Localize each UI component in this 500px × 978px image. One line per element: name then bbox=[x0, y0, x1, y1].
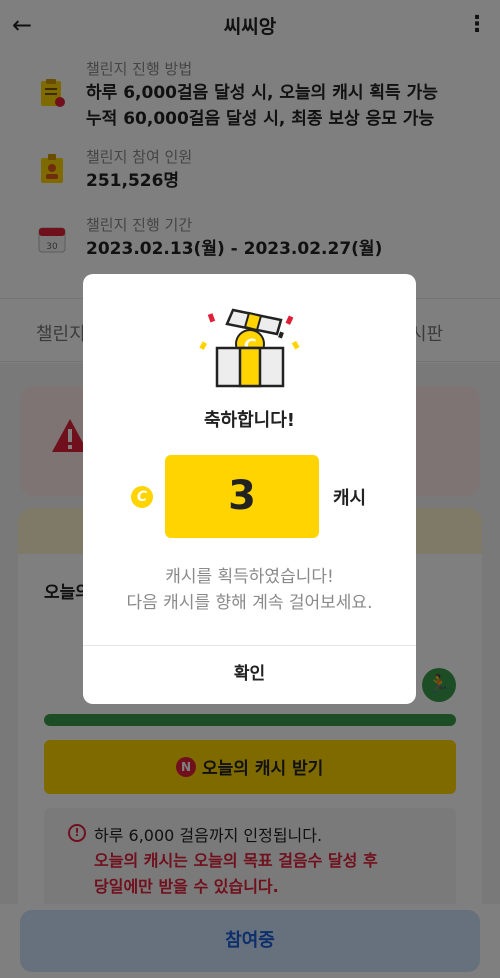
confirm-button[interactable]: 확인 bbox=[83, 646, 416, 704]
gift-box-icon: C bbox=[199, 308, 300, 388]
reward-unit: 캐시 bbox=[333, 488, 367, 509]
cash-coin-icon: C bbox=[131, 486, 153, 508]
reward-amount: 3 bbox=[165, 455, 319, 538]
modal-message: 캐시를 획득하였습니다! 다음 캐시를 향해 계속 걸어보세요. bbox=[126, 567, 373, 613]
modal-title: 축하합니다! bbox=[203, 410, 295, 431]
reward-modal: C 축하합니다! C 3 캐시 캐시를 획득하였습니다! 다음 캐시를 향해 계… bbox=[83, 274, 416, 704]
